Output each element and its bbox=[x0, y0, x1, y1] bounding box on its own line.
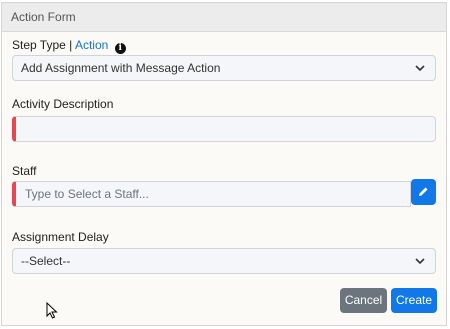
assignment-delay-value: --Select-- bbox=[21, 254, 71, 268]
panel-title: Action Form bbox=[2, 3, 446, 32]
edit-staff-button[interactable] bbox=[411, 179, 436, 205]
step-type-select[interactable]: Add Assignment with Message Action bbox=[12, 55, 436, 81]
staff-placeholder: Type to Select a Staff... bbox=[25, 187, 149, 201]
create-button[interactable]: Create bbox=[391, 288, 437, 313]
staff-label: Staff bbox=[12, 164, 37, 178]
assignment-delay-select[interactable]: --Select-- bbox=[12, 248, 436, 274]
staff-input[interactable]: Type to Select a Staff... bbox=[12, 181, 411, 207]
separator: | bbox=[69, 38, 73, 52]
mouse-cursor-icon bbox=[46, 302, 58, 319]
activity-description-label: Activity Description bbox=[12, 97, 114, 111]
step-type-label-text: Step Type bbox=[12, 38, 66, 52]
pencil-icon bbox=[419, 187, 428, 196]
chevron-down-icon bbox=[415, 258, 425, 265]
assignment-delay-label: Assignment Delay bbox=[12, 230, 109, 244]
chevron-down-icon bbox=[415, 65, 425, 72]
info-icon[interactable]: i bbox=[114, 43, 126, 54]
activity-description-input[interactable] bbox=[12, 116, 436, 142]
step-type-value: Add Assignment with Message Action bbox=[21, 61, 221, 75]
step-type-label: Step Type | Action i bbox=[12, 38, 126, 54]
action-link[interactable]: Action bbox=[75, 38, 108, 52]
cancel-button[interactable]: Cancel bbox=[340, 288, 387, 313]
